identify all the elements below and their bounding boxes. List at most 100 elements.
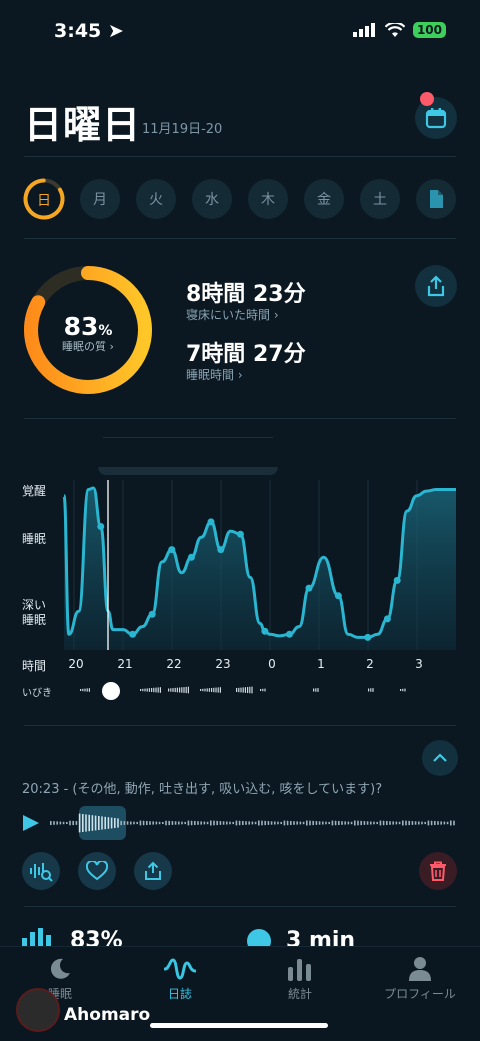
battery-badge: 100 bbox=[412, 22, 446, 38]
waveform-bar bbox=[254, 821, 257, 825]
sleep-event-dot[interactable] bbox=[364, 633, 372, 641]
share-summary-button[interactable] bbox=[415, 265, 457, 307]
sleep-event-dot[interactable] bbox=[285, 630, 293, 638]
y-label-sleep: 睡眠 bbox=[22, 532, 47, 546]
snore-tick bbox=[400, 689, 402, 691]
collapse-button[interactable] bbox=[422, 740, 458, 776]
moon-icon bbox=[50, 958, 70, 979]
audio-waveform[interactable] bbox=[48, 808, 458, 838]
waveform-bar bbox=[165, 820, 167, 826]
waveform-bar bbox=[123, 821, 126, 825]
waveform-bar bbox=[56, 821, 58, 825]
sleep-event-dot[interactable] bbox=[261, 627, 269, 635]
day-sunday[interactable]: 日 bbox=[22, 177, 66, 221]
waveform-bar bbox=[91, 815, 94, 831]
home-indicator[interactable] bbox=[150, 1023, 328, 1028]
sleep-event-dot[interactable] bbox=[305, 584, 313, 592]
sleep-event-dot[interactable] bbox=[217, 546, 225, 554]
sleep-time-label[interactable]: 睡眠時間 › bbox=[186, 366, 243, 383]
waveform-bar bbox=[418, 821, 420, 825]
sleep-event-dot[interactable] bbox=[236, 530, 244, 538]
pulse-icon bbox=[164, 958, 196, 980]
snore-tick bbox=[185, 686, 187, 694]
sleep-event-dot[interactable] bbox=[97, 523, 105, 530]
play-button[interactable] bbox=[22, 814, 40, 836]
snore-track[interactable] bbox=[70, 680, 450, 700]
snore-scrubber-handle[interactable] bbox=[100, 680, 122, 702]
waveform-bar bbox=[366, 821, 369, 825]
day-thursday[interactable]: 木 bbox=[248, 179, 288, 219]
waveform-bar bbox=[453, 820, 455, 826]
waveform-bar bbox=[430, 820, 433, 826]
waveform-bar bbox=[142, 820, 145, 826]
notes-button[interactable] bbox=[416, 179, 456, 219]
sleep-event-dot[interactable] bbox=[187, 553, 195, 561]
day-wednesday[interactable]: 水 bbox=[192, 179, 232, 219]
signal-icon bbox=[352, 23, 375, 37]
snore-tick bbox=[264, 688, 266, 692]
sleep-event-dot[interactable] bbox=[129, 630, 137, 638]
tab-diary[interactable]: 日誌 bbox=[132, 955, 228, 1002]
waveform-bar bbox=[149, 821, 151, 825]
waveform-bar bbox=[133, 821, 135, 825]
chart-handle-top bbox=[103, 437, 273, 438]
bars-icon bbox=[288, 959, 311, 981]
sleep-event-dot[interactable] bbox=[383, 615, 391, 623]
waveform-bar bbox=[238, 820, 241, 826]
snore-tick bbox=[247, 687, 249, 693]
analyze-audio-button[interactable] bbox=[22, 852, 60, 890]
quality-label[interactable]: 睡眠の質 › bbox=[24, 338, 152, 354]
sleep-event-dot[interactable] bbox=[207, 518, 215, 526]
tab-stats[interactable]: 統計 bbox=[252, 955, 348, 1002]
sleep-event-dot[interactable] bbox=[393, 576, 401, 584]
sleep-chart[interactable] bbox=[60, 480, 460, 650]
waveform-bar bbox=[424, 821, 426, 825]
day-tuesday[interactable]: 火 bbox=[136, 179, 176, 219]
waveform-bar bbox=[114, 818, 116, 828]
sleep-event-dot[interactable] bbox=[334, 592, 342, 600]
delete-audio-button[interactable] bbox=[419, 852, 457, 890]
time-in-bed-label[interactable]: 寝床にいた時間 › bbox=[186, 306, 279, 323]
waveform-bar bbox=[66, 822, 68, 824]
snore-tick bbox=[213, 687, 215, 693]
snore-tick bbox=[146, 688, 148, 692]
snore-tick bbox=[172, 688, 174, 692]
watermark-avatar bbox=[16, 988, 60, 1032]
waveform-bar bbox=[344, 821, 346, 825]
sleep-event-dot[interactable] bbox=[148, 610, 156, 618]
waveform-bar bbox=[267, 821, 270, 825]
waveform-bar bbox=[98, 816, 100, 830]
waveform-bar bbox=[437, 821, 439, 825]
hour-label: 20 bbox=[68, 657, 84, 671]
snore-tick bbox=[372, 688, 374, 692]
waveform-bar bbox=[357, 820, 359, 826]
waveform-bar bbox=[379, 820, 382, 826]
tab-profile[interactable]: プロフィール bbox=[372, 955, 468, 1002]
favorite-button[interactable] bbox=[78, 852, 116, 890]
waveform-bar bbox=[434, 821, 436, 825]
waveform-bar bbox=[222, 821, 225, 825]
day-saturday[interactable]: 土 bbox=[360, 179, 400, 219]
waveform-bar bbox=[382, 820, 385, 826]
share-audio-button[interactable] bbox=[134, 852, 172, 890]
snore-tick bbox=[181, 687, 183, 693]
waveform-bar bbox=[286, 820, 289, 826]
waveform-bar bbox=[155, 821, 158, 825]
share-icon bbox=[145, 861, 161, 880]
sleep-event-dot[interactable] bbox=[168, 546, 176, 554]
divider bbox=[24, 725, 456, 726]
waveform-bar bbox=[408, 820, 410, 826]
waveform-bar bbox=[347, 821, 350, 825]
waveform-bar bbox=[245, 821, 247, 825]
waveform-bar bbox=[139, 820, 142, 826]
snore-tick bbox=[200, 689, 202, 691]
waveform-bar bbox=[178, 821, 180, 825]
page-title: 日曜日 bbox=[24, 103, 142, 147]
chart-scrubber-bar[interactable] bbox=[98, 467, 278, 475]
snore-tick bbox=[168, 688, 170, 692]
day-monday[interactable]: 月 bbox=[80, 179, 120, 219]
waveform-bar bbox=[248, 821, 250, 825]
day-friday[interactable]: 金 bbox=[304, 179, 344, 219]
snore-tick bbox=[202, 688, 204, 692]
snore-tick bbox=[262, 688, 264, 692]
